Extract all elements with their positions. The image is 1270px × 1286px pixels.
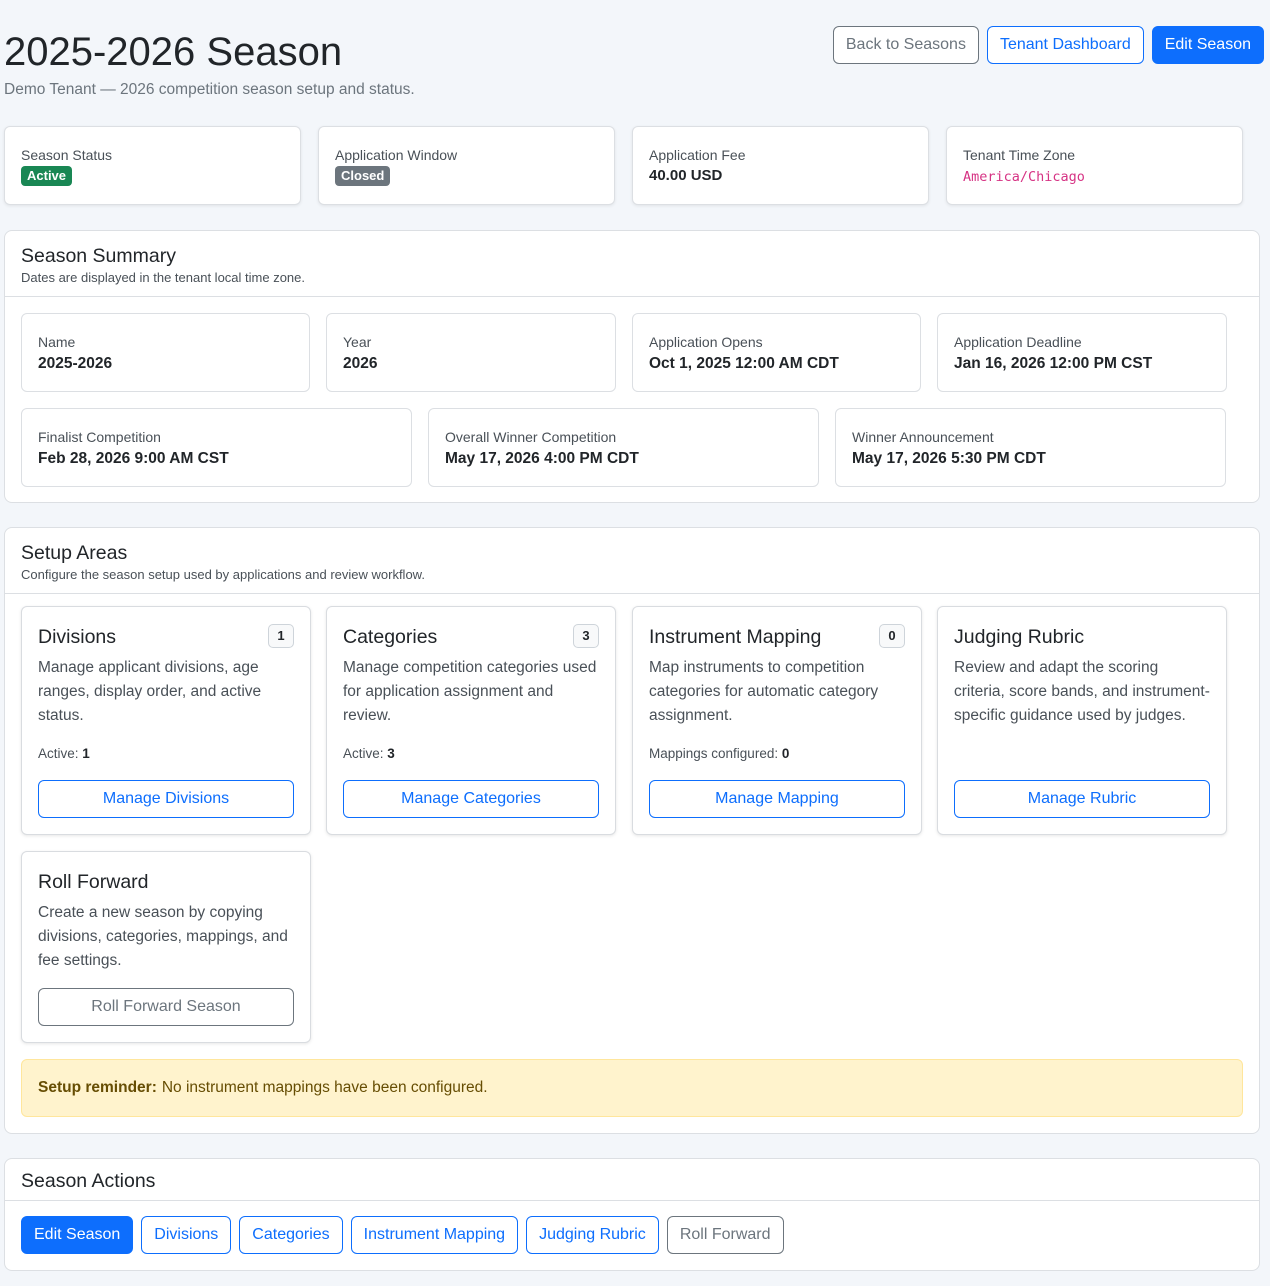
roll-forward-season-button[interactable]: Roll Forward Season — [38, 988, 294, 1026]
card-description: Review and adapt the scoring criteria, s… — [954, 659, 1210, 724]
manage-rubric-button[interactable]: Manage Rubric — [954, 780, 1210, 818]
season-actions-panel: Season Actions Edit Season Divisions Cat… — [4, 1158, 1260, 1271]
stat-label: Application Fee — [649, 147, 746, 163]
meta-label: Mappings configured: — [649, 746, 779, 761]
field-label: Name — [38, 334, 76, 350]
season-status-card: Season Status Active — [4, 126, 301, 205]
card-meta: Active: 1 — [38, 746, 90, 761]
panel-subtitle: Configure the season setup used by appli… — [21, 567, 425, 582]
action-categories-button[interactable]: Categories — [239, 1216, 343, 1254]
card-description: Map instruments to competition categorie… — [649, 659, 879, 724]
setup-card-judging-rubric: Judging Rubric Review and adapt the scor… — [937, 606, 1227, 835]
stat-label: Tenant Time Zone — [963, 147, 1076, 163]
field-label: Application Deadline — [954, 334, 1082, 350]
application-window-card: Application Window Closed — [318, 126, 615, 205]
field-value: Jan 16, 2026 12:00 PM CST — [954, 355, 1153, 372]
summary-field-finalist-competition: Finalist Competition Feb 28, 2026 9:00 A… — [21, 408, 412, 487]
field-label: Year — [343, 334, 372, 350]
tenant-dashboard-button[interactable]: Tenant Dashboard — [986, 26, 1144, 64]
card-description: Manage applicant divisions, age ranges, … — [38, 659, 262, 724]
manage-categories-button[interactable]: Manage Categories — [343, 780, 599, 818]
count-badge: 3 — [573, 624, 599, 648]
field-label: Winner Announcement — [852, 429, 994, 445]
summary-field-year: Year 2026 — [326, 313, 616, 392]
time-zone-code: America/Chicago — [963, 169, 1085, 185]
field-value: Oct 1, 2025 12:00 AM CDT — [649, 355, 839, 372]
card-title: Judging Rubric — [954, 626, 1085, 648]
field-value: May 17, 2026 5:30 PM CDT — [852, 450, 1046, 467]
status-badge: Active — [21, 166, 73, 186]
setup-card-instrument-mapping: Instrument Mapping 0 Map instruments to … — [632, 606, 922, 835]
summary-field-application-deadline: Application Deadline Jan 16, 2026 12:00 … — [937, 313, 1227, 392]
card-title: Divisions — [38, 626, 117, 648]
stat-label: Season Status — [21, 147, 113, 163]
summary-field-winner-announcement: Winner Announcement May 17, 2026 5:30 PM… — [835, 408, 1226, 487]
setup-areas-panel: Setup Areas Configure the season setup u… — [4, 527, 1260, 1134]
field-label: Application Opens — [649, 334, 763, 350]
summary-row: Finalist Competition Feb 28, 2026 9:00 A… — [21, 408, 1226, 487]
summary-field-application-opens: Application Opens Oct 1, 2025 12:00 AM C… — [632, 313, 921, 392]
stat-label: Application Window — [335, 147, 458, 163]
actions-row: Edit Season Divisions Categories Instrum… — [21, 1216, 784, 1254]
alert-strong: Setup reminder: — [38, 1079, 157, 1096]
card-title: Roll Forward — [38, 871, 149, 893]
summary-row: Name 2025-2026 Year 2026 Application Ope… — [21, 313, 1227, 392]
setup-card-categories: Categories 3 Manage competition categori… — [326, 606, 616, 835]
action-instrument-mapping-button[interactable]: Instrument Mapping — [350, 1216, 519, 1254]
setup-card-divisions: Divisions 1 Manage applicant divisions, … — [21, 606, 311, 835]
season-summary-panel: Season Summary Dates are displayed in th… — [4, 230, 1260, 503]
card-description: Create a new season by copying divisions… — [38, 904, 288, 969]
field-value: May 17, 2026 4:00 PM CDT — [445, 450, 639, 467]
field-label: Overall Winner Competition — [445, 429, 617, 445]
card-meta: Active: 3 — [343, 746, 395, 761]
header-actions: Back to Seasons Tenant Dashboard Edit Se… — [832, 26, 1264, 64]
page-title: 2025-2026 Season — [4, 30, 343, 74]
setup-reminder-alert: Setup reminder: No instrument mappings h… — [21, 1059, 1243, 1117]
count-badge: 1 — [268, 624, 294, 648]
edit-season-button[interactable]: Edit Season — [1151, 26, 1264, 64]
card-title: Categories — [343, 626, 438, 648]
field-value: Feb 28, 2026 9:00 AM CST — [38, 450, 229, 467]
manage-divisions-button[interactable]: Manage Divisions — [38, 780, 294, 818]
window-badge: Closed — [335, 166, 391, 186]
panel-title: Setup Areas — [21, 542, 128, 564]
stat-value: 40.00 USD — [649, 167, 723, 184]
panel-subtitle: Dates are displayed in the tenant local … — [21, 270, 306, 285]
count-badge: 0 — [879, 624, 905, 648]
panel-header: Season Actions — [5, 1159, 1259, 1201]
page-header: 2025-2026 Season Demo Tenant — 2026 comp… — [4, 0, 1264, 112]
manage-mapping-button[interactable]: Manage Mapping — [649, 780, 905, 818]
season-page: 2025-2026 Season Demo Tenant — 2026 comp… — [4, 0, 1264, 205]
stat-cards: Season Status Active Application Window … — [4, 126, 1243, 205]
action-divisions-button[interactable]: Divisions — [141, 1216, 232, 1254]
alert-text: No instrument mappings have been configu… — [161, 1079, 488, 1096]
action-judging-rubric-button[interactable]: Judging Rubric — [526, 1216, 659, 1254]
panel-header: Season Summary Dates are displayed in th… — [5, 231, 1259, 297]
field-value: 2026 — [343, 355, 378, 372]
card-description: Manage competition categories used for a… — [343, 659, 597, 724]
page-subtitle: Demo Tenant — 2026 competition season se… — [4, 81, 415, 98]
field-value: 2025-2026 — [38, 355, 113, 372]
meta-value: 3 — [387, 746, 395, 761]
action-edit-season-button[interactable]: Edit Season — [21, 1216, 134, 1254]
meta-value: 1 — [82, 746, 90, 761]
meta-value: 0 — [781, 746, 790, 761]
application-fee-card: Application Fee 40.00 USD — [632, 126, 929, 205]
back-to-seasons-button[interactable]: Back to Seasons — [832, 26, 979, 64]
time-zone-card: Tenant Time Zone America/Chicago — [946, 126, 1243, 205]
panel-title: Season Summary — [21, 245, 176, 267]
setup-card-roll-forward: Roll Forward Create a new season by copy… — [21, 851, 311, 1043]
card-meta: Mappings configured: 0 — [649, 746, 789, 761]
meta-label: Active: — [343, 746, 384, 761]
summary-field-overall-winner: Overall Winner Competition May 17, 2026 … — [428, 408, 819, 487]
action-roll-forward-button[interactable]: Roll Forward — [666, 1216, 784, 1254]
meta-label: Active: — [38, 746, 79, 761]
summary-field-name: Name 2025-2026 — [21, 313, 310, 392]
field-label: Finalist Competition — [38, 429, 161, 445]
card-title: Instrument Mapping — [649, 626, 822, 648]
panel-header: Setup Areas Configure the season setup u… — [5, 528, 1259, 594]
panel-title: Season Actions — [21, 1170, 156, 1192]
